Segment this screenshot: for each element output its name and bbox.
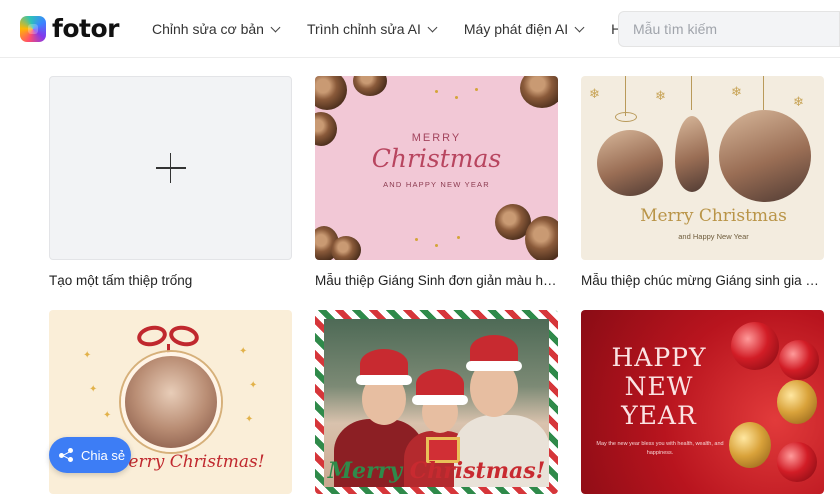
card-title-text: Merry Christmas! [315,458,558,484]
template-caption[interactable]: Tạo một tấm thiệp trống [49,273,292,288]
nav-label: Máy phát điện AI [463,21,569,37]
ornament-string [763,76,764,110]
card-title-text: Merry Christmas [640,206,787,226]
card-merry-text: MERRY [411,132,462,144]
template-thumbnail[interactable]: HAPPY NEW YEAR May the new year bless yo… [581,310,824,494]
nav-label: Chỉnh sửa cơ bản [152,21,264,37]
card-subtitle-text: May the new year bless you with health, … [596,441,724,456]
pinecone-image [353,76,387,96]
star-icon: ✦ [89,384,98,395]
template-card-new-year[interactable]: HAPPY NEW YEAR May the new year bless yo… [581,310,824,494]
star-icon: ✦ [249,380,258,391]
card-merry-text: Merry [327,458,403,484]
nav-label: Trình chỉnh sửa AI [306,21,421,37]
santa-hat [356,349,412,385]
template-card-family-christmas[interactable]: ❄ ❄ ❄ ❄ Merry Christmas and Happy New Ye… [581,76,824,288]
fotor-logo[interactable]: fotor [20,14,120,43]
star-icon: ✦ [245,414,254,425]
ribbon-bow [167,323,201,349]
gold-bauble [777,380,817,424]
family-photo-ornament [597,130,663,196]
template-thumbnail[interactable]: MERRY Christmas AND HAPPY NEW YEAR [315,76,558,260]
family-photo-ornament [675,116,709,192]
title-line: YEAR [621,401,697,430]
share-icon [59,448,73,462]
title-line: HAPPY [611,343,707,372]
blank-card-thumbnail[interactable] [49,76,292,260]
logo-text: fotor [52,14,120,43]
snowflake-icon: ❄ [589,86,600,101]
fotor-logo-icon [20,15,46,42]
card-christmas-text: Christmas! [409,458,546,484]
pinecone-image [520,76,558,108]
nav-basic-editing[interactable]: Chỉnh sửa cơ bản [152,21,281,37]
ribbon-bow [135,323,169,349]
title-line: NEW [624,372,694,401]
star-icon: ✦ [83,350,92,361]
pinecone-image [331,236,361,260]
sparkle-dot [457,236,460,239]
top-navigation-bar: fotor Chỉnh sửa cơ bản Trình chỉnh sửa A… [0,0,840,58]
share-button-label: Chia sẻ [81,447,126,463]
family-photo-ornament [719,110,811,202]
snowflake-icon: ❄ [655,88,666,103]
template-thumbnail[interactable]: ❄ ❄ ❄ ❄ Merry Christmas and Happy New Ye… [581,76,824,260]
card-subtitle-text: AND HAPPY NEW YEAR [383,180,490,189]
sparkle-dot [475,88,478,91]
card-subtitle-text: and Happy New Year [678,232,749,241]
template-thumbnail[interactable]: Merry Christmas! [315,310,558,494]
template-caption[interactable]: Mẫu thiệp Giáng Sinh đơn giản màu hồng [315,273,558,288]
star-icon: ✦ [239,346,248,357]
sparkle-dot [415,238,418,241]
star-icon: ✦ [103,410,112,421]
red-bauble [779,340,819,380]
ornament-string [625,76,626,116]
template-card-blank[interactable]: Tạo một tấm thiệp trống [49,76,292,288]
chevron-down-icon [427,22,438,32]
ornament-string [691,76,692,110]
main-nav: Chỉnh sửa cơ bản Trình chỉnh sửa AI Máy … [152,0,681,58]
search-input[interactable] [619,12,839,46]
pinecone-image [315,76,347,110]
card-title-text: Merry Christmas! [111,452,265,472]
sparkle-dot [455,96,458,99]
chevron-down-icon [574,22,585,32]
gold-heart-ornament [729,422,771,468]
template-caption[interactable]: Mẫu thiệp chúc mừng Giáng sinh gia đìn..… [581,273,824,288]
template-card-stamp-christmas[interactable]: Merry Christmas! [315,310,558,494]
card-title-text: HAPPY NEW YEAR [609,343,709,430]
couple-photo-circle [121,352,221,452]
share-button[interactable]: Chia sẻ [49,437,131,473]
plus-icon [155,153,186,183]
sparkle-dot [435,90,438,93]
red-bauble [777,442,817,482]
snowflake-icon: ❄ [793,94,804,109]
red-bauble [731,322,779,370]
pinecone-image [525,216,558,260]
template-card-pink-christmas[interactable]: MERRY Christmas AND HAPPY NEW YEAR Mẫu t… [315,76,558,288]
santa-hat [466,335,522,371]
card-christmas-text: Christmas [371,144,502,173]
search-box [618,11,840,47]
santa-hat [412,369,468,405]
chevron-down-icon [270,22,281,32]
nav-ai-editor[interactable]: Trình chỉnh sửa AI [306,21,438,37]
nav-ai-generator[interactable]: Máy phát điện AI [463,21,585,37]
snowflake-icon: ❄ [731,84,742,99]
sparkle-dot [435,244,438,247]
ornament-bow [615,112,637,122]
